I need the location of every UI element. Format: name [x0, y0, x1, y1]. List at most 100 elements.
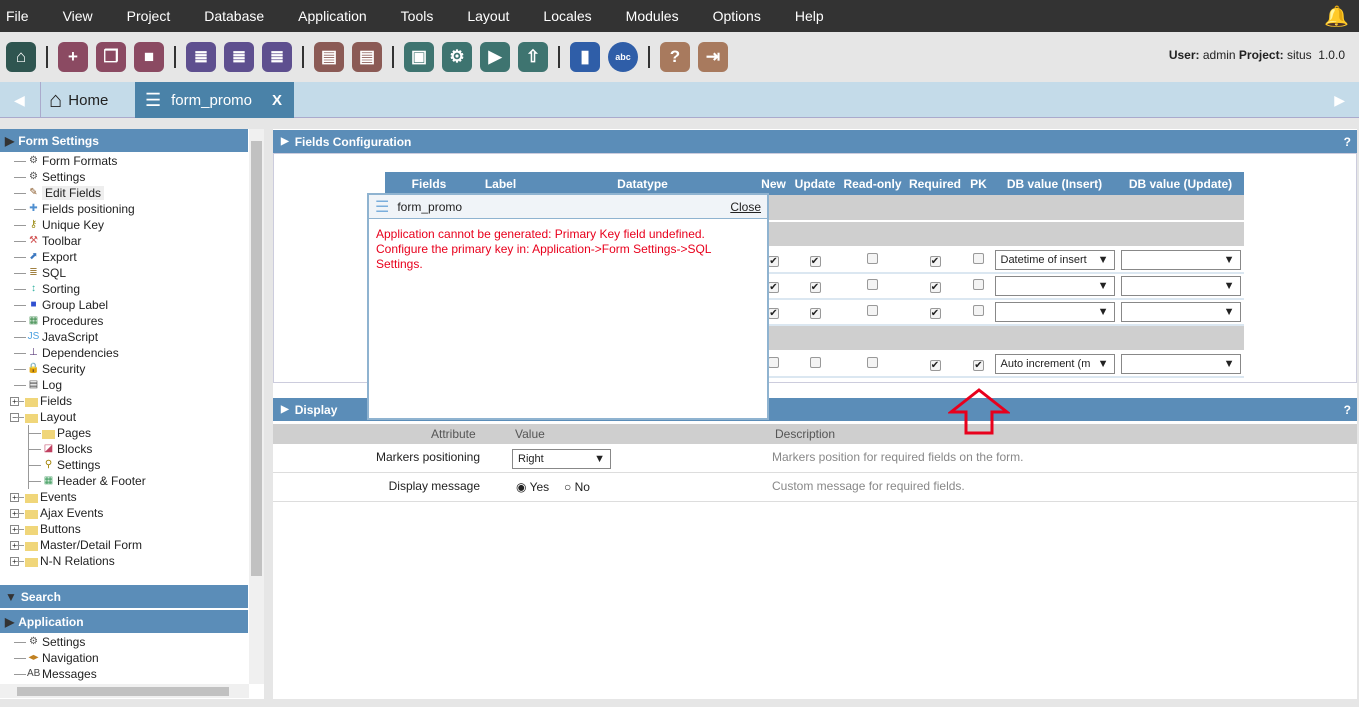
sidebar-item-fields-positioning[interactable]: ✚ Fields positioning — [4, 201, 264, 217]
edit-app-icon[interactable]: ≣ — [224, 42, 254, 72]
sidebar-item-events[interactable]: + Events — [4, 489, 264, 505]
sidebar-item-form-formats[interactable]: ⚙ Form Formats — [4, 153, 264, 169]
pk-checkbox[interactable]: ✔ — [973, 360, 984, 371]
sidebar-item-procedures[interactable]: ▦ Procedures — [4, 313, 264, 329]
save-icon[interactable]: ▣ — [404, 42, 434, 72]
db-value-insert-select[interactable]: Auto increment (m ▼ — [994, 354, 1115, 374]
sidebar-item-settings[interactable]: ⚙ Settings — [4, 634, 264, 650]
generate-icon[interactable]: ⚙ — [442, 42, 472, 72]
form-settings-header[interactable]: ▶ Form Settings — [0, 129, 248, 152]
db-value-upd-select[interactable]: ▼ — [1120, 354, 1241, 374]
help-icon[interactable]: ? — [660, 42, 690, 72]
sidebar-item-ajax-events[interactable]: + Ajax Events — [4, 505, 264, 521]
sidebar-item-log[interactable]: ▤ Log — [4, 377, 264, 393]
sidebar-item-settings[interactable]: ⚲ Settings — [4, 457, 264, 473]
sidebar-item-group-label[interactable]: ■ Group Label — [4, 297, 264, 313]
close-project-icon[interactable]: ■ — [134, 42, 164, 72]
update-checkbox[interactable] — [809, 357, 821, 368]
sidebar-item-pages[interactable]: Pages — [4, 425, 264, 441]
sidebar-item-navigation[interactable]: ◂▸ Navigation — [4, 650, 264, 666]
menu-project[interactable]: Project — [121, 8, 177, 24]
pk-checkbox[interactable] — [973, 305, 984, 316]
menu-view[interactable]: View — [57, 8, 99, 24]
document-icon[interactable]: ▤ — [314, 42, 344, 72]
update-checkbox[interactable]: ✔ — [809, 256, 821, 267]
display-message-yes-radio[interactable]: ◉ Yes — [516, 480, 549, 494]
update-checkbox[interactable]: ✔ — [809, 282, 821, 293]
readonly-checkbox[interactable] — [867, 305, 878, 316]
sidebar-item-dependencies[interactable]: ⊥ Dependencies — [4, 345, 264, 361]
pk-checkbox[interactable] — [973, 253, 984, 264]
sidebar-horizontal-scrollbar[interactable] — [0, 684, 249, 698]
update-checkbox[interactable]: ✔ — [809, 308, 821, 319]
new-checkbox[interactable]: ✔ — [768, 282, 779, 293]
close-tab-button[interactable]: X — [272, 92, 282, 109]
sidebar-item-messages[interactable]: AB Messages — [4, 666, 264, 682]
sidebar-item-settings[interactable]: ⚙ Settings — [4, 169, 264, 185]
pk-checkbox[interactable] — [973, 279, 984, 290]
spell-check-icon[interactable]: abc — [608, 42, 638, 72]
menu-file[interactable]: File — [0, 8, 35, 24]
markers-positioning-select[interactable]: Right ▼ — [512, 449, 611, 469]
readonly-checkbox[interactable] — [867, 357, 878, 368]
new-checkbox[interactable] — [768, 357, 779, 368]
menu-tools[interactable]: Tools — [395, 8, 440, 24]
new-checkbox[interactable]: ✔ — [768, 308, 779, 319]
menu-options[interactable]: Options — [707, 8, 767, 24]
readonly-checkbox[interactable] — [867, 253, 878, 264]
required-checkbox[interactable]: ✔ — [929, 256, 941, 267]
scroll-right-icon[interactable]: ▶ — [1334, 82, 1345, 118]
search-header[interactable]: ▼ Search — [0, 585, 248, 608]
sidebar-item-security[interactable]: 🔒 Security — [4, 361, 264, 377]
new-project-icon[interactable]: + — [58, 42, 88, 72]
list-apps-icon[interactable]: ≣ — [262, 42, 292, 72]
menu-layout[interactable]: Layout — [461, 8, 515, 24]
fields-configuration-header[interactable]: ▶ Fields Configuration ? — [273, 130, 1357, 153]
new-checkbox[interactable]: ✔ — [768, 256, 779, 267]
required-checkbox[interactable]: ✔ — [929, 308, 941, 319]
help-icon[interactable]: ? — [1344, 403, 1351, 417]
sidebar-item-master-detail-form[interactable]: + Master/Detail Form — [4, 537, 264, 553]
menu-modules[interactable]: Modules — [620, 8, 685, 24]
sidebar-item-layout[interactable]: − Layout — [4, 409, 264, 425]
scroll-left-icon[interactable]: ◀ — [14, 82, 25, 118]
menu-help[interactable]: Help — [789, 8, 830, 24]
new-app-icon[interactable]: ≣ — [186, 42, 216, 72]
menu-database[interactable]: Database — [198, 8, 270, 24]
menu-locales[interactable]: Locales — [537, 8, 597, 24]
display-message-no-radio[interactable]: ○ No — [564, 480, 590, 494]
sidebar-vertical-scrollbar[interactable] — [249, 129, 264, 684]
exit-icon[interactable]: ⇥ — [698, 42, 728, 72]
sidebar-item-buttons[interactable]: + Buttons — [4, 521, 264, 537]
sidebar-item-javascript[interactable]: JS JavaScript — [4, 329, 264, 345]
tab-home[interactable]: ⌂ Home — [40, 82, 135, 118]
close-popup-link[interactable]: Close — [730, 200, 761, 214]
sidebar-item-edit-fields[interactable]: ✎ Edit Fields — [4, 185, 264, 201]
run-icon[interactable]: ▶ — [480, 42, 510, 72]
sidebar-item-sorting[interactable]: ↕ Sorting — [4, 281, 264, 297]
sidebar-item-n-n-relations[interactable]: + N-N Relations — [4, 553, 264, 569]
sidebar-item-export[interactable]: ⬈ Export — [4, 249, 264, 265]
documents-icon[interactable]: ▤ — [352, 42, 382, 72]
notification-bell-icon[interactable]: 🔔 — [1324, 4, 1349, 29]
application-header[interactable]: ▶ Application — [0, 610, 248, 633]
sidebar-item-blocks[interactable]: ◪ Blocks — [4, 441, 264, 457]
open-project-icon[interactable]: ❒ — [96, 42, 126, 72]
db-value-upd-select[interactable]: ▼ — [1120, 250, 1241, 270]
readonly-checkbox[interactable] — [867, 279, 878, 290]
sidebar-item-toolbar[interactable]: ⚒ Toolbar — [4, 233, 264, 249]
publish-icon[interactable]: ⇧ — [518, 42, 548, 72]
help-icon[interactable]: ? — [1344, 135, 1351, 149]
sidebar-item-sql[interactable]: ≣ SQL — [4, 265, 264, 281]
db-value-insert-select[interactable]: ▼ — [994, 276, 1115, 296]
home-icon[interactable]: ⌂ — [6, 42, 36, 72]
required-checkbox[interactable]: ✔ — [929, 282, 941, 293]
tab-form-promo[interactable]: ☰ form_promo X — [135, 82, 294, 118]
required-checkbox[interactable]: ✔ — [929, 360, 941, 371]
sidebar-item-fields[interactable]: + Fields — [4, 393, 264, 409]
sidebar-item-unique-key[interactable]: ⚷ Unique Key — [4, 217, 264, 233]
sidebar-item-header-footer[interactable]: ▦ Header & Footer — [4, 473, 264, 489]
db-value-insert-select[interactable]: Datetime of insert ▼ — [994, 250, 1115, 270]
db-value-upd-select[interactable]: ▼ — [1120, 302, 1241, 322]
book-icon[interactable]: ▮ — [570, 42, 600, 72]
